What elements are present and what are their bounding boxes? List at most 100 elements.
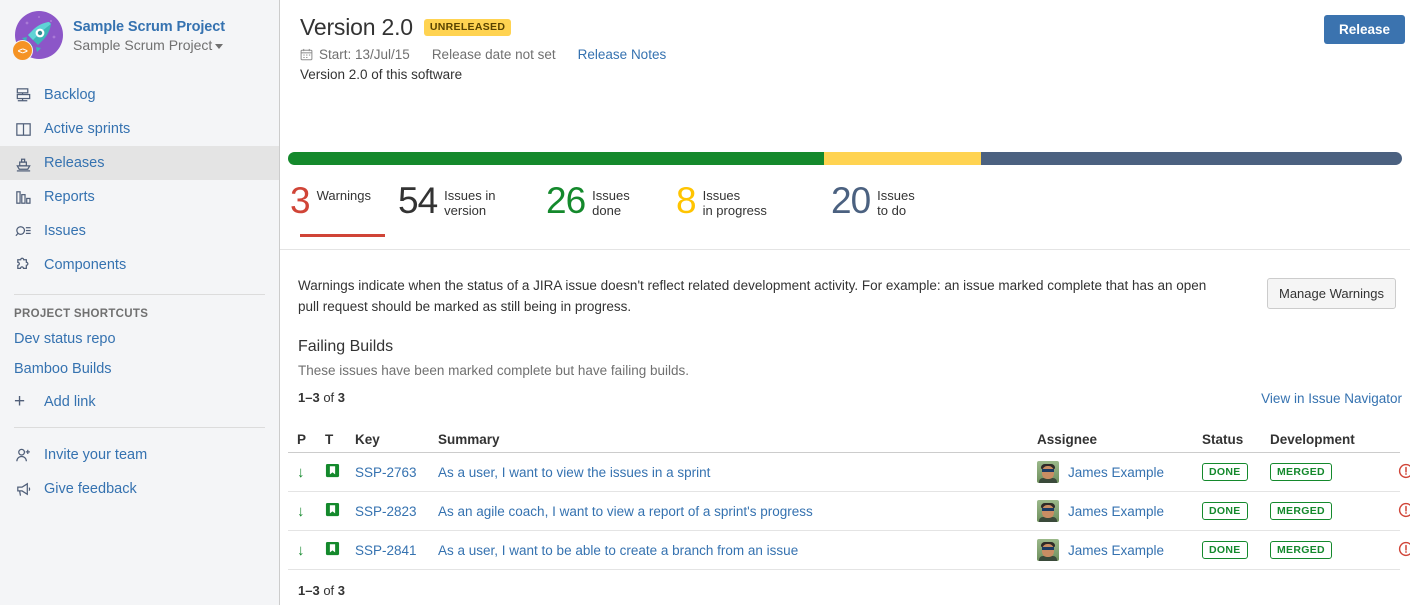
chevron-down-icon bbox=[215, 44, 223, 49]
jira-release-page: <> Sample Scrum Project Sample Scrum Pro… bbox=[0, 0, 1410, 605]
assignee-link[interactable]: James Example bbox=[1068, 543, 1164, 558]
dev-status-badge[interactable]: MERGED bbox=[1270, 541, 1332, 559]
progress-segment-in-progress bbox=[824, 152, 981, 165]
assignee-link[interactable]: James Example bbox=[1068, 465, 1164, 480]
header-divider bbox=[280, 249, 1410, 250]
issue-summary-link[interactable]: As a user, I want to be able to create a… bbox=[438, 543, 798, 558]
priority-minor-down-arrow-icon: ↓ bbox=[297, 464, 305, 481]
progress-segment-done bbox=[288, 152, 824, 165]
sidebar-item-label: Invite your team bbox=[44, 447, 147, 463]
sidebar-item-releases[interactable]: Releases bbox=[0, 146, 279, 180]
stat-label: Issues in version bbox=[444, 188, 495, 219]
warnings-description-block: Warnings indicate when the status of a J… bbox=[298, 276, 1378, 318]
stat-active-underline bbox=[300, 234, 385, 237]
sidebar-item-active-sprints[interactable]: Active sprints bbox=[0, 112, 279, 146]
sidebar-item-label: Releases bbox=[44, 155, 104, 171]
dev-code-badge-icon: <> bbox=[12, 40, 33, 61]
dev-status-badge[interactable]: MERGED bbox=[1270, 502, 1332, 520]
board-icon bbox=[14, 120, 44, 139]
search-list-icon bbox=[14, 222, 44, 241]
project-header[interactable]: <> Sample Scrum Project Sample Scrum Pro… bbox=[0, 0, 279, 68]
warning-exclamation-icon[interactable] bbox=[1398, 463, 1410, 482]
story-icon bbox=[325, 466, 340, 481]
plus-icon: + bbox=[14, 392, 44, 411]
project-name[interactable]: Sample Scrum Project bbox=[73, 18, 225, 36]
release-button[interactable]: Release bbox=[1324, 15, 1405, 44]
avatar bbox=[1037, 461, 1059, 483]
stat-value: 54 bbox=[398, 184, 437, 217]
story-icon bbox=[325, 505, 340, 520]
issue-key-link[interactable]: SSP-2823 bbox=[355, 504, 417, 519]
stat-label: Issues in progress bbox=[703, 188, 767, 219]
shortcut-dev-status-repo[interactable]: Dev status repo bbox=[0, 324, 279, 354]
megaphone-icon bbox=[14, 480, 44, 499]
issue-key-link[interactable]: SSP-2841 bbox=[355, 543, 417, 558]
stat-value: 26 bbox=[546, 184, 585, 217]
project-avatar: <> bbox=[12, 10, 64, 62]
warning-exclamation-icon[interactable] bbox=[1398, 541, 1410, 560]
stat-label: Issues done bbox=[592, 188, 630, 219]
column-header-priority: P bbox=[288, 432, 320, 447]
pagination-bottom: 1–3 of 3 bbox=[298, 583, 345, 598]
version-progress-bar bbox=[288, 152, 1402, 165]
page-title: Version 2.0 bbox=[300, 14, 413, 41]
sidebar-nav: Backlog Active sprints bbox=[0, 78, 279, 282]
column-header-status: Status bbox=[1202, 432, 1270, 447]
warning-exclamation-icon[interactable] bbox=[1398, 502, 1410, 521]
sidebar-item-give-feedback[interactable]: Give feedback bbox=[0, 472, 279, 506]
stat-label: Warnings bbox=[317, 188, 371, 203]
column-header-summary: Summary bbox=[438, 432, 1037, 447]
stat-issues-to-do[interactable]: 20Issues to do bbox=[831, 184, 951, 239]
calendar-icon bbox=[300, 48, 313, 61]
version-start-date: Start: 13/Jul/15 bbox=[319, 47, 410, 62]
backlog-icon bbox=[14, 86, 44, 105]
assignee-link[interactable]: James Example bbox=[1068, 504, 1164, 519]
issue-summary-link[interactable]: As an agile coach, I want to view a repo… bbox=[438, 504, 813, 519]
ship-icon bbox=[14, 154, 44, 173]
table-row[interactable]: ↓SSP-2841As a user, I want to be able to… bbox=[288, 531, 1400, 570]
sidebar-divider-2 bbox=[14, 427, 265, 428]
status-badge: DONE bbox=[1202, 463, 1248, 481]
column-header-development: Development bbox=[1270, 432, 1400, 447]
story-icon bbox=[325, 544, 340, 559]
warnings-description: Warnings indicate when the status of a J… bbox=[298, 276, 1223, 318]
sidebar-item-reports[interactable]: Reports bbox=[0, 180, 279, 214]
shortcut-bamboo-builds[interactable]: Bamboo Builds bbox=[0, 354, 279, 384]
sidebar-item-label: Components bbox=[44, 257, 126, 273]
version-stats: 3Warnings54Issues in version26Issues don… bbox=[290, 184, 951, 239]
stat-value: 20 bbox=[831, 184, 870, 217]
stat-issues-done[interactable]: 26Issues done bbox=[546, 184, 676, 239]
release-notes-link[interactable]: Release Notes bbox=[578, 47, 667, 62]
sidebar-item-issues[interactable]: Issues bbox=[0, 214, 279, 248]
stat-value: 8 bbox=[676, 184, 696, 217]
puzzle-icon bbox=[14, 256, 44, 275]
table-row[interactable]: ↓SSP-2823As an agile coach, I want to vi… bbox=[288, 492, 1400, 531]
stat-issues-in-progress[interactable]: 8Issues in progress bbox=[676, 184, 831, 239]
add-link-button[interactable]: + Add link bbox=[0, 384, 279, 419]
sidebar-item-label: Active sprints bbox=[44, 121, 130, 137]
table-header-row: P T Key Summary Assignee Status Developm… bbox=[288, 426, 1400, 453]
table-row[interactable]: ↓ SSP-2763 As a user, I want to view the i… bbox=[288, 453, 1400, 492]
avatar bbox=[1037, 539, 1059, 561]
stat-label: Issues to do bbox=[877, 188, 915, 219]
sidebar-item-label: Backlog bbox=[44, 87, 96, 103]
project-switcher[interactable]: Sample Scrum Project bbox=[73, 37, 225, 55]
view-in-issue-navigator-link[interactable]: View in Issue Navigator bbox=[1261, 391, 1402, 406]
version-release-date: Release date not set bbox=[432, 47, 556, 62]
failing-builds-subtitle: These issues have been marked complete b… bbox=[298, 363, 689, 378]
status-badge: DONE bbox=[1202, 541, 1248, 559]
dev-status-badge[interactable]: MERGED bbox=[1270, 463, 1332, 481]
sidebar-item-invite-team[interactable]: Invite your team bbox=[0, 438, 279, 472]
main-content: Version 2.0 UNRELEASED Start: 13/Jul/15 bbox=[280, 0, 1410, 605]
stat-issues-in-version[interactable]: 54Issues in version bbox=[398, 184, 546, 239]
column-header-assignee: Assignee bbox=[1037, 432, 1202, 447]
sidebar-item-components[interactable]: Components bbox=[0, 248, 279, 282]
sidebar-item-label: Issues bbox=[44, 223, 86, 239]
sidebar-item-label: Give feedback bbox=[44, 481, 137, 497]
issue-summary-link[interactable]: As a user, I want to view the issues in … bbox=[438, 465, 710, 480]
manage-warnings-button[interactable]: Manage Warnings bbox=[1267, 278, 1396, 309]
stat-warnings[interactable]: 3Warnings bbox=[290, 184, 398, 237]
sidebar-item-backlog[interactable]: Backlog bbox=[0, 78, 279, 112]
avatar bbox=[1037, 500, 1059, 522]
issue-key-link[interactable]: SSP-2763 bbox=[355, 465, 417, 480]
